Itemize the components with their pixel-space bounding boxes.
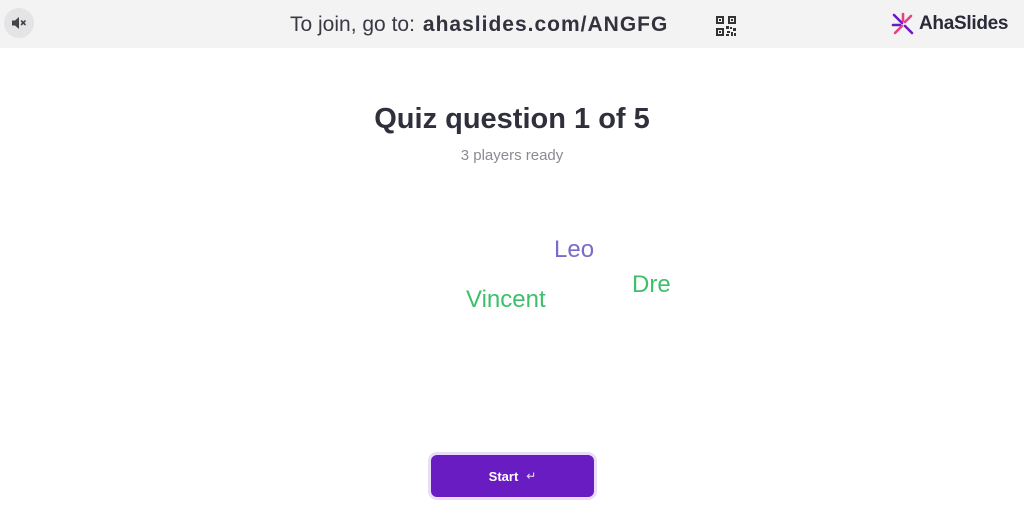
brand-name: AhaSlides — [919, 13, 1009, 34]
ahaslides-logo-icon — [891, 12, 914, 35]
start-button[interactable]: Start ↵ — [431, 455, 594, 497]
join-instructions: To join, go to: ahaslides.com/ANGFG — [290, 11, 668, 39]
player-name-dre: Dre — [632, 271, 671, 298]
start-button-label: Start — [488, 468, 519, 484]
mute-button[interactable] — [4, 8, 34, 38]
player-name-leo: Leo — [554, 236, 595, 263]
players-ready-status: 3 players ready — [460, 147, 564, 164]
enter-icon: ↵ — [526, 469, 537, 483]
qr-code-icon — [716, 16, 736, 36]
join-prefix: To join, go to: — [290, 13, 415, 36]
qr-code-button[interactable] — [716, 16, 736, 36]
quiz-title: Quiz question 1 of 5 — [374, 103, 650, 135]
player-name-vincent: Vincent — [466, 286, 546, 313]
presentation-screen: To join, go to: ahaslides.com/ANGFG AhaS… — [0, 0, 1024, 523]
brand-logo[interactable]: AhaSlides — [891, 10, 1008, 38]
join-url[interactable]: ahaslides.com/ANGFG — [423, 13, 668, 37]
top-bar: To join, go to: ahaslides.com/ANGFG AhaS… — [0, 0, 1024, 48]
speaker-muted-icon — [12, 17, 26, 29]
